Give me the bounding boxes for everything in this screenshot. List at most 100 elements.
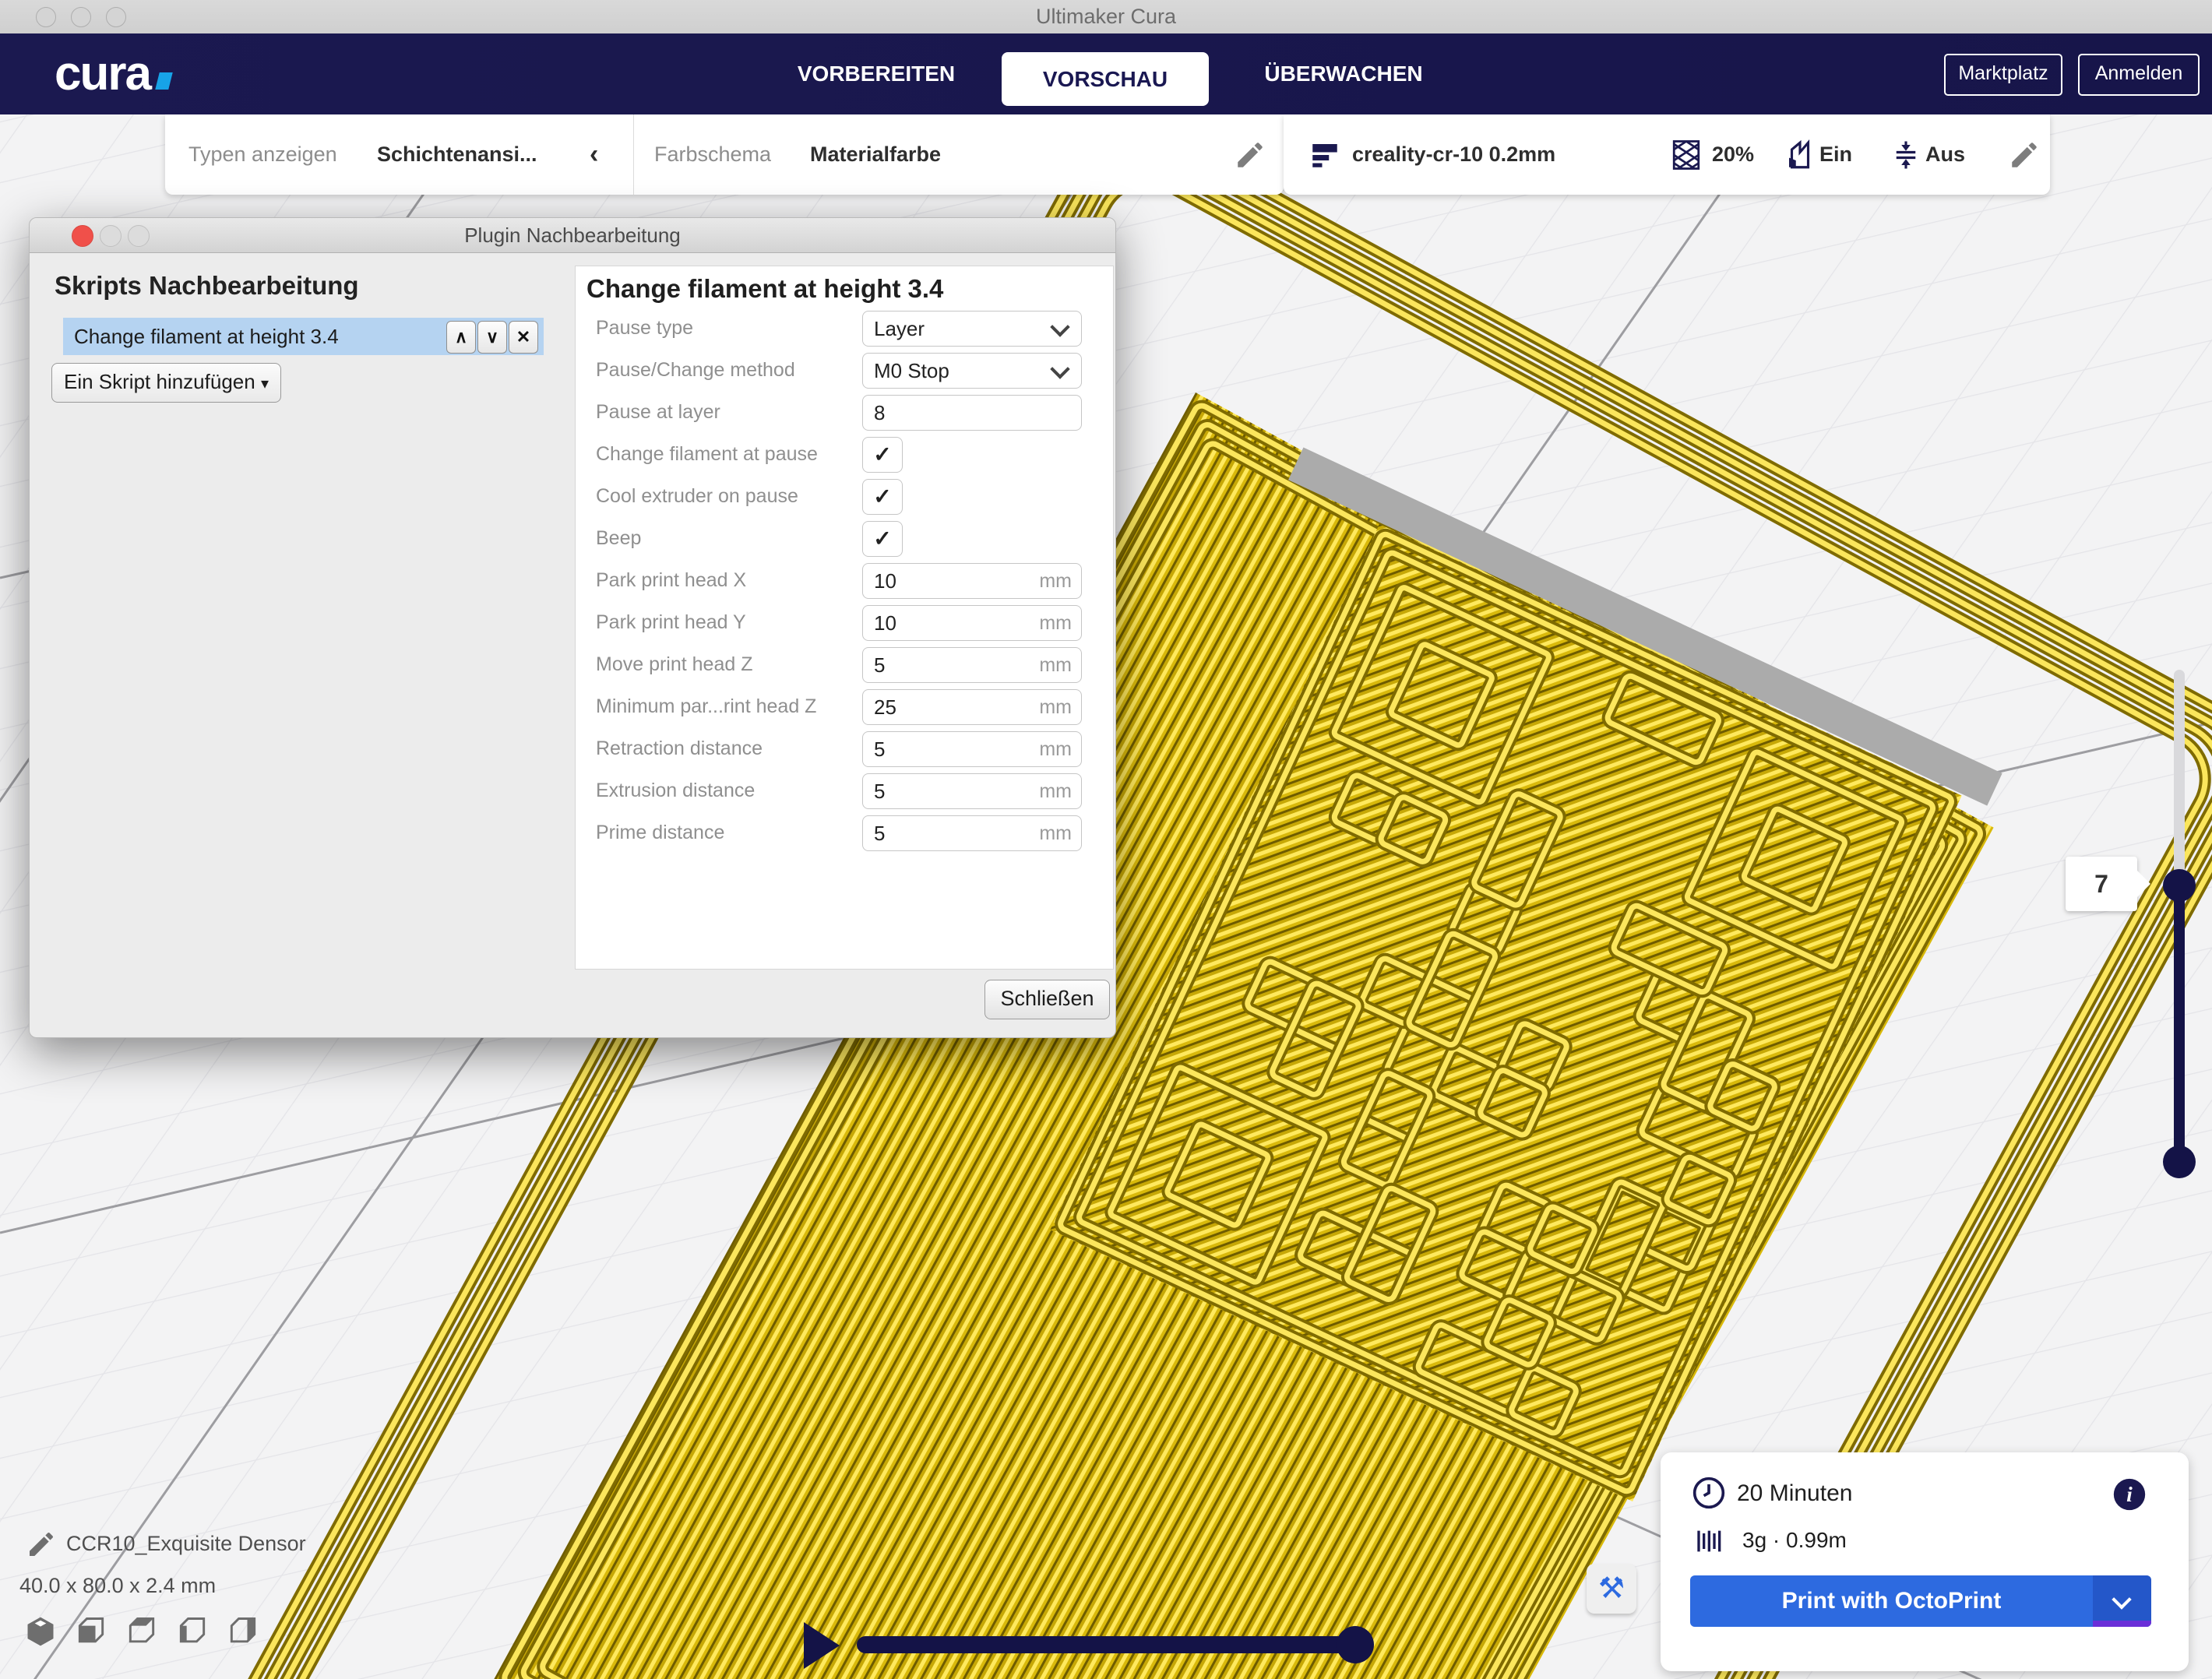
toolbar-divider <box>633 114 634 195</box>
window-title: Ultimaker Cura <box>0 5 2212 29</box>
field-label: Move print head Z <box>596 647 753 681</box>
view-3d-icon[interactable] <box>23 1614 58 1649</box>
move-script-up-button[interactable]: ∧ <box>446 321 476 354</box>
field-label: Park print head Y <box>596 605 746 639</box>
layer-number-tooltip: 7 <box>2066 857 2137 911</box>
move-z-input[interactable]: 5mm <box>862 647 1082 683</box>
tab-vorschau[interactable]: VORSCHAU <box>1002 52 1209 106</box>
script-settings-panel: Change filament at height 3.4 Pause type… <box>575 266 1114 970</box>
field-label: Cool extruder on pause <box>596 479 798 513</box>
info-icon[interactable]: i <box>2112 1477 2147 1512</box>
view-options-card: Typen anzeigen Schichtenansi... ‹ Farbsc… <box>165 114 1284 195</box>
chevron-down-icon <box>1050 317 1069 336</box>
layer-slider-range[interactable] <box>2174 884 2185 1162</box>
dropdown-arrow-icon: ▾ <box>261 375 269 392</box>
field-row-pause-type: Pause type Layer <box>576 311 1113 345</box>
field-row-move-z: Move print head Z 5mm <box>576 647 1113 681</box>
play-icon[interactable] <box>804 1622 840 1669</box>
script-list-item-selected[interactable]: Change filament at height 3.4 ∧ ∨ ✕ <box>63 318 544 355</box>
print-settings-card[interactable]: creality-cr-10 0.2mm 20% Ein Aus <box>1284 114 2050 195</box>
park-x-input[interactable]: 10mm <box>862 563 1082 599</box>
view-front-icon[interactable] <box>74 1614 108 1649</box>
remove-script-button[interactable]: ✕ <box>509 321 538 354</box>
field-label: Change filament at pause <box>596 437 818 471</box>
pause-method-select[interactable]: M0 Stop <box>862 353 1082 389</box>
field-label: Beep <box>596 521 641 555</box>
print-with-octoprint-button[interactable]: Print with OctoPrint <box>1690 1575 2151 1627</box>
clock-icon <box>1692 1476 1726 1510</box>
tab-ueberwachen[interactable]: ÜBERWACHEN <box>1246 33 1441 114</box>
field-label: Park print head X <box>596 563 746 597</box>
chevron-down-icon <box>2112 1589 2131 1609</box>
field-row-change-filament: Change filament at pause ✓ <box>576 437 1113 471</box>
support-value: Ein <box>1819 114 1852 195</box>
beep-checkbox[interactable]: ✓ <box>862 521 903 557</box>
dialog-titlebar[interactable]: Plugin Nachbearbeitung <box>30 218 1115 253</box>
field-label: Pause/Change method <box>596 353 795 387</box>
cool-extruder-checkbox[interactable]: ✓ <box>862 479 903 515</box>
script-item-label: Change filament at height 3.4 <box>63 325 339 348</box>
printer-profile-value: creality-cr-10 0.2mm <box>1352 114 1555 195</box>
field-row-park-y: Park print head Y 10mm <box>576 605 1113 639</box>
script-settings-heading: Change filament at height 3.4 <box>586 274 943 304</box>
post-processing-dialog: Plugin Nachbearbeitung Skripts Nachbearb… <box>29 217 1116 1038</box>
infill-value: 20% <box>1712 114 1754 195</box>
extrusion-distance-input[interactable]: 5mm <box>862 773 1082 809</box>
view-left-icon[interactable] <box>175 1614 210 1649</box>
add-script-dropdown[interactable]: Ein Skript hinzufügen ▾ <box>51 363 281 403</box>
pause-type-select[interactable]: Layer <box>862 311 1082 347</box>
signin-button[interactable]: Anmelden <box>2078 54 2200 96</box>
edit-colorscheme-pencil-icon[interactable] <box>1234 139 1266 171</box>
marketplace-button[interactable]: Marktplatz <box>1944 54 2062 96</box>
collapse-panel-icon[interactable]: ‹ <box>590 114 598 195</box>
field-row-beep: Beep ✓ <box>576 521 1113 555</box>
cura-logo: cura <box>55 46 171 101</box>
layer-slider-lower-handle[interactable] <box>2163 1146 2196 1178</box>
print-button-label: Print with OctoPrint <box>1690 1575 2093 1627</box>
field-row-cool-extruder: Cool extruder on pause ✓ <box>576 479 1113 513</box>
field-row-minimum-park-z: Minimum par...rint head Z 25mm <box>576 689 1113 723</box>
path-slider-track[interactable] <box>857 1636 1359 1653</box>
field-label: Extrusion distance <box>596 773 755 808</box>
close-dialog-button[interactable]: Schließen <box>984 980 1110 1019</box>
chevron-down-icon <box>1050 359 1069 378</box>
prime-distance-input[interactable]: 5mm <box>862 815 1082 851</box>
adhesion-icon <box>1890 139 1922 171</box>
adhesion-value: Aus <box>1925 114 1965 195</box>
svg-text:i: i <box>2126 1482 2133 1506</box>
material-estimate: 3g · 0.99m <box>1742 1528 1847 1553</box>
scheme-label: Farbschema <box>654 114 771 195</box>
octoprint-tools-button[interactable]: ⚒ <box>1587 1564 1636 1614</box>
print-job-panel: 20 Minuten 3g · 0.99m i Print with OctoP… <box>1661 1452 2189 1671</box>
field-row-park-x: Park print head X 10mm <box>576 563 1113 597</box>
print-options-dropdown[interactable] <box>2093 1575 2151 1627</box>
park-y-input[interactable]: 10mm <box>862 605 1082 641</box>
rename-model-pencil-icon[interactable] <box>26 1529 57 1560</box>
pause-at-layer-input[interactable]: 8 <box>862 395 1082 431</box>
move-script-down-button[interactable]: ∨ <box>477 321 507 354</box>
tab-vorbereiten[interactable]: VORBEREITEN <box>787 33 966 114</box>
scripts-heading: Skripts Nachbearbeitung <box>55 271 359 301</box>
layer-slider-upper-handle[interactable] <box>2163 869 2196 902</box>
field-label: Pause type <box>596 311 693 345</box>
field-row-pause-at-layer: Pause at layer 8 <box>576 395 1113 429</box>
field-label: Minimum par...rint head Z <box>596 689 816 723</box>
view-right-icon[interactable] <box>226 1614 260 1649</box>
scheme-value-dropdown[interactable]: Materialfarbe <box>810 114 941 195</box>
field-row-retraction-distance: Retraction distance 5mm <box>576 731 1113 766</box>
retraction-distance-input[interactable]: 5mm <box>862 731 1082 767</box>
field-row-prime-distance: Prime distance 5mm <box>576 815 1113 850</box>
minimum-park-z-input[interactable]: 25mm <box>862 689 1082 725</box>
type-label: Typen anzeigen <box>188 114 337 195</box>
model-size: 40.0 x 80.0 x 2.4 mm <box>19 1574 216 1598</box>
print-button-accent <box>2093 1621 2151 1627</box>
type-value-dropdown[interactable]: Schichtenansi... <box>377 114 537 195</box>
main-navbar: cura VORBEREITEN VORSCHAU ÜBERWACHEN Mar… <box>0 33 2212 114</box>
field-label: Prime distance <box>596 815 724 850</box>
view-top-icon[interactable] <box>125 1614 159 1649</box>
edit-settings-pencil-icon[interactable] <box>2008 139 2041 171</box>
change-filament-checkbox[interactable]: ✓ <box>862 437 903 473</box>
cura-logo-dot <box>155 72 172 90</box>
dialog-title: Plugin Nachbearbeitung <box>30 218 1115 252</box>
path-slider-handle[interactable] <box>1337 1626 1374 1663</box>
